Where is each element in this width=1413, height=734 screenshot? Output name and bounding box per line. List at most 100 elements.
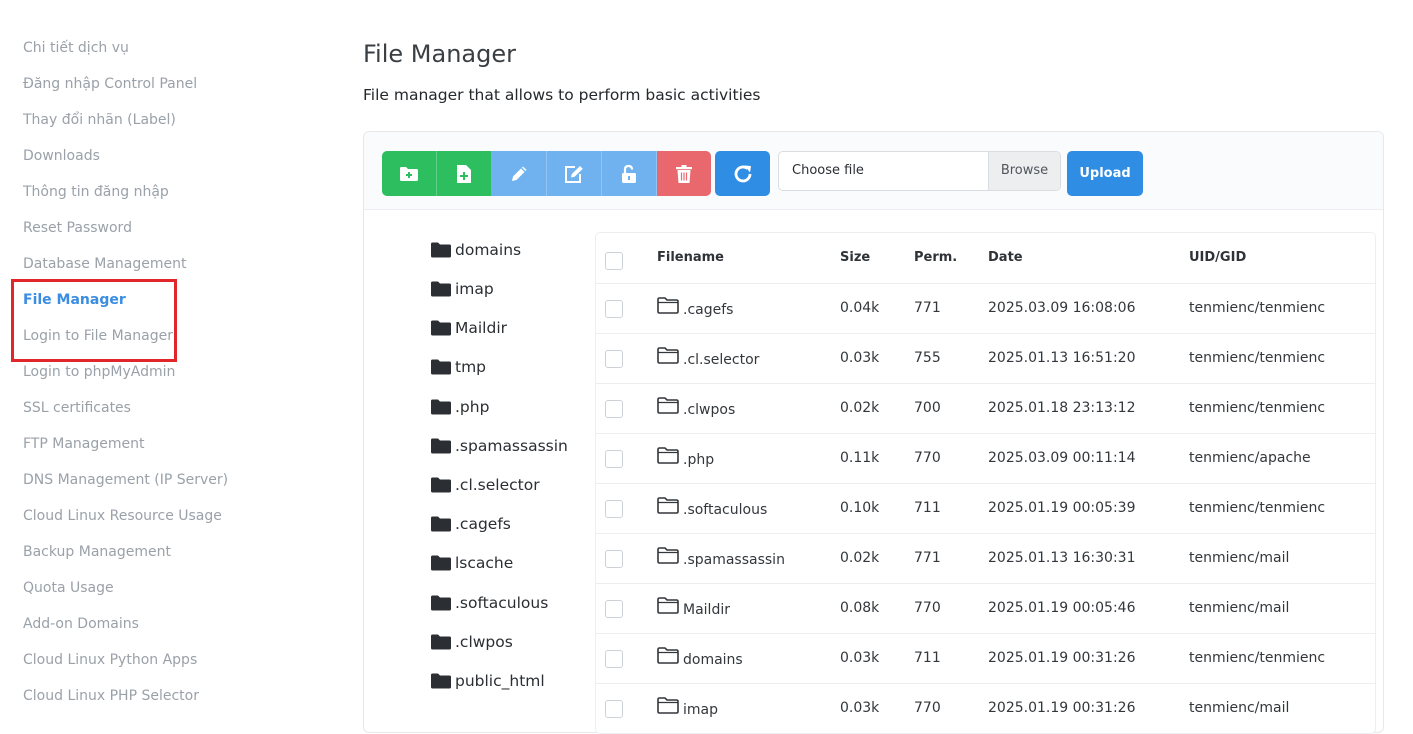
sidebar-item-python-apps[interactable]: Cloud Linux Python Apps: [23, 648, 197, 672]
tree-folder[interactable]: tmp: [431, 355, 486, 379]
filename-cell[interactable]: .clwpos: [657, 396, 735, 418]
row-checkbox[interactable]: [605, 600, 623, 618]
table-row[interactable]: .php 0.11k 770 2025.03.09 00:11:14 tenmi…: [596, 433, 1375, 484]
sidebar-item-file-manager[interactable]: File Manager: [23, 288, 126, 312]
sidebar-item-reset-password[interactable]: Reset Password: [23, 216, 132, 240]
perm-cell: 770: [914, 600, 941, 616]
row-checkbox[interactable]: [605, 500, 623, 518]
perm-cell: 711: [914, 650, 941, 666]
row-checkbox[interactable]: [605, 550, 623, 568]
date-cell: 2025.01.19 00:31:26: [988, 700, 1136, 716]
column-header-size[interactable]: Size: [840, 233, 870, 283]
perm-cell: 771: [914, 550, 941, 566]
file-actions-button-group: [382, 151, 711, 196]
select-all-checkbox[interactable]: [605, 252, 623, 270]
column-header-filename[interactable]: Filename: [657, 233, 724, 283]
trash-icon: [676, 164, 692, 183]
folder-icon: [431, 595, 451, 611]
table-row[interactable]: Maildir 0.08k 770 2025.01.19 00:05:46 te…: [596, 583, 1375, 634]
tree-folder[interactable]: imap: [431, 277, 494, 301]
size-cell: 0.11k: [840, 450, 880, 466]
filename-cell[interactable]: .softaculous: [657, 496, 767, 518]
size-cell: 0.02k: [840, 550, 880, 566]
sidebar-item-cloudlinux-resource-usage[interactable]: Cloud Linux Resource Usage: [23, 504, 222, 528]
file-chooser[interactable]: Choose file Browse: [778, 151, 1061, 191]
size-cell: 0.03k: [840, 350, 880, 366]
table-row[interactable]: domains 0.03k 711 2025.01.19 00:31:26 te…: [596, 633, 1375, 684]
row-checkbox[interactable]: [605, 350, 623, 368]
sidebar-item-login-file-manager[interactable]: Login to File Manager: [23, 324, 173, 348]
row-checkbox[interactable]: [605, 400, 623, 418]
filename-cell[interactable]: Maildir: [657, 596, 730, 618]
filename-cell[interactable]: .php: [657, 446, 714, 468]
sidebar-item-downloads[interactable]: Downloads: [23, 144, 100, 168]
filename-cell[interactable]: imap: [657, 696, 718, 718]
tree-folder[interactable]: .cagefs: [431, 512, 511, 536]
filename-cell[interactable]: .cl.selector: [657, 346, 759, 368]
table-row[interactable]: .cl.selector 0.03k 755 2025.01.13 16:51:…: [596, 333, 1375, 384]
sidebar-item-quota-usage[interactable]: Quota Usage: [23, 576, 114, 600]
folder-icon: [431, 320, 451, 336]
folder-icon: [431, 516, 451, 532]
permissions-button[interactable]: [602, 151, 657, 196]
sidebar-item-php-selector[interactable]: Cloud Linux PHP Selector: [23, 684, 199, 708]
filename-cell[interactable]: .spamassassin: [657, 546, 785, 568]
date-cell: 2025.01.18 23:13:12: [988, 400, 1136, 416]
sidebar-item-login-info[interactable]: Thông tin đăng nhập: [23, 180, 169, 204]
column-header-perm[interactable]: Perm.: [914, 233, 957, 283]
sidebar-item-service-details[interactable]: Chi tiết dịch vụ: [23, 36, 129, 60]
rename-button[interactable]: [492, 151, 547, 196]
table-row[interactable]: imap 0.03k 770 2025.01.19 00:31:26 tenmi…: [596, 683, 1375, 733]
column-header-date[interactable]: Date: [988, 233, 1023, 283]
sidebar-item-ftp-management[interactable]: FTP Management: [23, 432, 144, 456]
row-checkbox[interactable]: [605, 300, 623, 318]
tree-folder[interactable]: .cl.selector: [431, 473, 540, 497]
tree-folder[interactable]: lscache: [431, 551, 513, 575]
folder-outline-icon: [657, 546, 679, 564]
file-table: Filename Size Perm. Date UID/GID .cagefs…: [595, 232, 1376, 734]
folder-outline-icon: [657, 646, 679, 664]
folder-outline-icon: [657, 396, 679, 414]
tree-folder[interactable]: domains: [431, 238, 521, 262]
tree-folder[interactable]: .softaculous: [431, 591, 548, 615]
upload-button[interactable]: Upload: [1067, 151, 1143, 196]
folder-icon: [431, 477, 451, 493]
column-header-uid-gid[interactable]: UID/GID: [1189, 233, 1246, 283]
table-row[interactable]: .spamassassin 0.02k 771 2025.01.13 16:30…: [596, 533, 1375, 584]
table-row[interactable]: .clwpos 0.02k 700 2025.01.18 23:13:12 te…: [596, 383, 1375, 434]
tree-folder[interactable]: Maildir: [431, 316, 507, 340]
folder-icon: [431, 634, 451, 650]
new-file-icon: [457, 164, 471, 183]
table-row[interactable]: .softaculous 0.10k 711 2025.01.19 00:05:…: [596, 483, 1375, 534]
sidebar-item-addon-domains[interactable]: Add-on Domains: [23, 612, 139, 636]
filename-cell[interactable]: domains: [657, 646, 743, 668]
row-checkbox[interactable]: [605, 700, 623, 718]
tree-folder[interactable]: .spamassassin: [431, 434, 568, 458]
uid-cell: tenmienc/tenmienc: [1189, 500, 1326, 516]
sidebar: Chi tiết dịch vụ Đăng nhập Control Panel…: [0, 0, 330, 710]
sidebar-item-login-phpmyadmin[interactable]: Login to phpMyAdmin: [23, 360, 175, 384]
refresh-button[interactable]: [715, 151, 770, 196]
sidebar-item-control-panel-login[interactable]: Đăng nhập Control Panel: [23, 72, 197, 96]
edit-button[interactable]: [547, 151, 602, 196]
sidebar-item-dns-management[interactable]: DNS Management (IP Server): [23, 468, 228, 492]
filename-cell[interactable]: .cagefs: [657, 296, 733, 318]
sidebar-item-database-management[interactable]: Database Management: [23, 252, 186, 276]
delete-button[interactable]: [657, 151, 711, 196]
row-checkbox[interactable]: [605, 650, 623, 668]
new-folder-button[interactable]: [382, 151, 437, 196]
sidebar-item-backup-management[interactable]: Backup Management: [23, 540, 171, 564]
pencil-icon: [512, 166, 527, 181]
folder-outline-icon: [657, 446, 679, 464]
sidebar-item-change-label[interactable]: Thay đổi nhãn (Label): [23, 108, 176, 132]
new-file-button[interactable]: [437, 151, 492, 196]
tree-folder[interactable]: public_html: [431, 669, 545, 693]
sidebar-item-ssl-certificates[interactable]: SSL certificates: [23, 396, 131, 420]
table-row[interactable]: .cagefs 0.04k 771 2025.03.09 16:08:06 te…: [596, 283, 1375, 334]
browse-button[interactable]: Browse: [988, 152, 1060, 190]
folder-icon: [431, 242, 451, 258]
row-checkbox[interactable]: [605, 450, 623, 468]
tree-folder[interactable]: .clwpos: [431, 630, 513, 654]
tree-folder[interactable]: .php: [431, 395, 489, 419]
file-manager-card: Choose file Browse Upload domains imap M…: [363, 131, 1384, 734]
